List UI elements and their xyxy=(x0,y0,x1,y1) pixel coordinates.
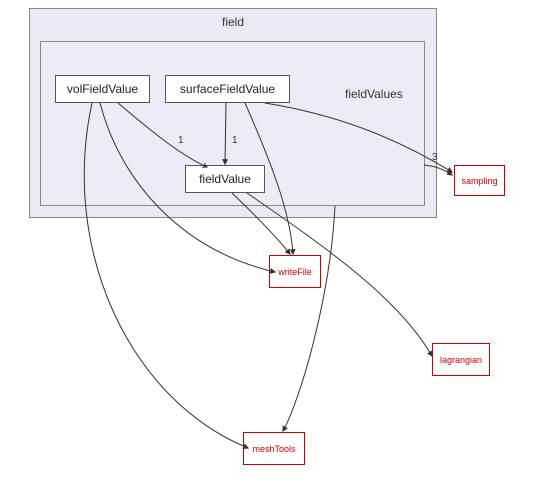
node-meshtools-label: meshTools xyxy=(252,444,295,454)
edge-label-fv-sampling: 3 xyxy=(432,152,438,163)
node-surfacefieldvalue[interactable]: surfaceFieldValue xyxy=(165,75,290,103)
edge-label-vfv-fv: 1 xyxy=(178,135,184,146)
node-meshtools[interactable]: meshTools xyxy=(243,432,305,465)
node-writefile[interactable]: writeFile xyxy=(269,255,321,288)
edge-label-sfv-fv: 1 xyxy=(232,135,238,146)
node-volfieldvalue[interactable]: volFieldValue xyxy=(55,75,150,103)
diagram-canvas: field fieldValues volFieldValue surfaceF… xyxy=(0,0,540,500)
node-lagrangian-label: lagrangian xyxy=(440,355,482,365)
node-sampling[interactable]: sampling xyxy=(454,165,505,196)
node-lagrangian[interactable]: lagrangian xyxy=(432,343,490,376)
cluster-field-label: field xyxy=(30,15,436,29)
node-writefile-label: writeFile xyxy=(278,267,312,277)
cluster-fieldvalues-label: fieldValues xyxy=(345,87,403,101)
node-fieldvalue[interactable]: fieldValue xyxy=(185,165,265,193)
node-sampling-label: sampling xyxy=(461,176,497,186)
node-fieldvalue-label: fieldValue xyxy=(199,172,251,186)
node-surfacefieldvalue-label: surfaceFieldValue xyxy=(180,82,275,96)
node-volfieldvalue-label: volFieldValue xyxy=(67,82,138,96)
